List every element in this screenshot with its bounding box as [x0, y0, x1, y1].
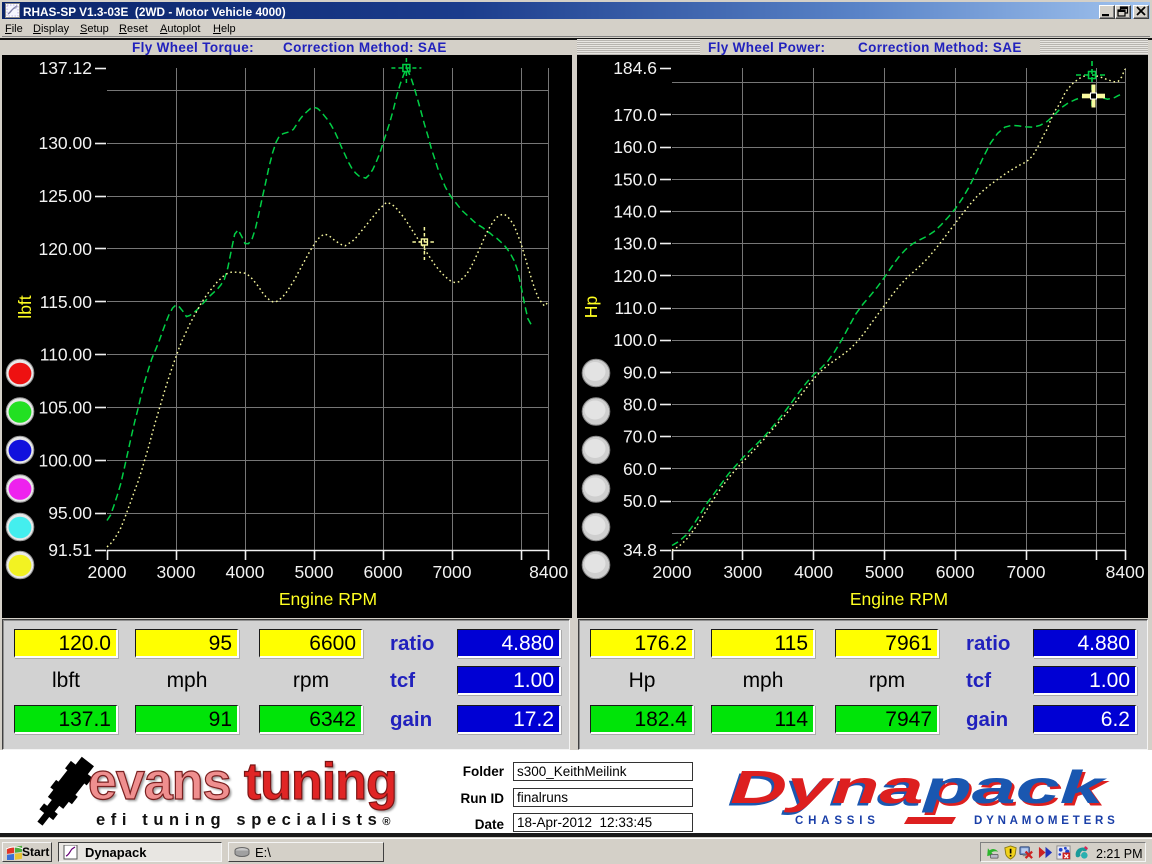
svg-text:3000: 3000 — [157, 562, 196, 582]
svg-text:170.0: 170.0 — [613, 105, 657, 125]
svg-text:150.0: 150.0 — [613, 169, 657, 189]
svg-text:50.0: 50.0 — [623, 491, 657, 511]
svg-text:lbft: lbft — [15, 295, 35, 318]
svg-text:7000: 7000 — [433, 562, 472, 582]
svg-text:Hp: Hp — [581, 296, 601, 318]
svg-text:5000: 5000 — [295, 562, 334, 582]
svg-text:120.00: 120.00 — [38, 239, 92, 259]
svg-text:4000: 4000 — [226, 562, 265, 582]
svg-text:Engine RPM: Engine RPM — [279, 589, 377, 609]
svg-text:130.0: 130.0 — [613, 234, 657, 254]
svg-text:137.12: 137.12 — [38, 58, 92, 78]
svg-text:6000: 6000 — [936, 562, 975, 582]
svg-text:110.00: 110.00 — [40, 345, 92, 365]
svg-text:2000: 2000 — [88, 562, 127, 582]
svg-text:130.00: 130.00 — [38, 133, 92, 153]
svg-text:105.00: 105.00 — [38, 397, 92, 417]
svg-text:184.6: 184.6 — [613, 58, 657, 78]
svg-text:3000: 3000 — [723, 562, 762, 582]
svg-text:140.0: 140.0 — [613, 202, 657, 222]
svg-text:6000: 6000 — [364, 562, 403, 582]
svg-text:110.0: 110.0 — [615, 298, 658, 318]
svg-text:8400: 8400 — [529, 562, 568, 582]
svg-text:7000: 7000 — [1007, 562, 1046, 582]
svg-text:8400: 8400 — [1106, 562, 1145, 582]
svg-text:60.0: 60.0 — [623, 459, 657, 479]
svg-text:95.00: 95.00 — [48, 503, 92, 523]
svg-text:120.0: 120.0 — [613, 266, 657, 286]
svg-text:125.00: 125.00 — [38, 186, 92, 206]
svg-text:5000: 5000 — [865, 562, 904, 582]
svg-text:90.0: 90.0 — [623, 362, 657, 382]
svg-text:80.0: 80.0 — [623, 395, 657, 415]
svg-text:70.0: 70.0 — [623, 427, 657, 447]
svg-text:160.0: 160.0 — [613, 137, 657, 157]
svg-text:34.8: 34.8 — [623, 540, 657, 560]
svg-text:Engine RPM: Engine RPM — [850, 589, 948, 609]
svg-text:91.51: 91.51 — [48, 540, 92, 560]
svg-text:115.00: 115.00 — [40, 292, 92, 312]
svg-text:2000: 2000 — [653, 562, 692, 582]
svg-text:4000: 4000 — [794, 562, 833, 582]
svg-text:100.0: 100.0 — [613, 330, 657, 350]
svg-text:100.00: 100.00 — [38, 450, 92, 470]
